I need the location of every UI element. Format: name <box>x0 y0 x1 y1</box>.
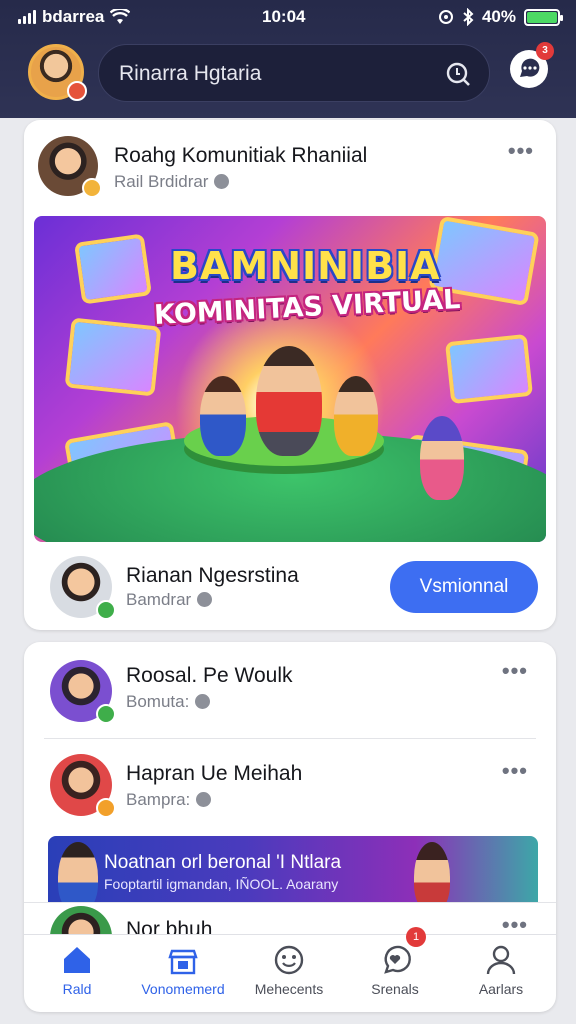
nav-notifications[interactable]: 1 Srenals <box>342 927 448 1007</box>
bottom-navigation: Rald Vonomemerd Mehecents 1 Srenals Aarl… <box>24 927 556 1007</box>
photo-frame <box>444 333 534 405</box>
person-icon <box>486 945 516 975</box>
verified-badge-icon <box>96 600 116 620</box>
promo-character <box>58 842 98 902</box>
nav-home-label: Rald <box>62 981 92 997</box>
heart-chat-icon <box>384 945 411 974</box>
home-icon <box>64 947 90 973</box>
clock: 10:04 <box>262 7 306 26</box>
list-item-subtitle-text: Bampra: <box>126 790 191 809</box>
more-options-icon[interactable]: ••• <box>502 658 528 684</box>
store-icon <box>168 949 198 975</box>
more-options-icon[interactable]: ••• <box>502 758 528 784</box>
globe-icon <box>197 592 213 607</box>
search-bar[interactable]: Rinarra Hgtaria <box>98 44 490 102</box>
list-item-subtitle: Bampra: <box>126 790 212 810</box>
search-icon[interactable] <box>445 61 471 87</box>
banner-character <box>256 346 322 456</box>
list-item-subtitle-text: Bomuta: <box>126 692 190 711</box>
promo-character <box>414 842 450 902</box>
globe-icon <box>196 792 212 807</box>
messages-button[interactable]: 3 <box>510 42 554 88</box>
member-subtitle: Bamdrar <box>126 590 213 610</box>
list-item-avatar[interactable] <box>50 754 116 818</box>
join-button[interactable]: Vsmionnal <box>390 561 538 613</box>
banner-title: BAMNINIBIA <box>170 244 441 288</box>
bluetooth-icon <box>463 8 474 26</box>
photo-frame <box>64 317 162 397</box>
member-subtitle-text: Bamdrar <box>126 590 192 609</box>
member-avatar[interactable] <box>50 556 116 620</box>
member-name[interactable]: Rianan Ngesrstina <box>126 564 299 588</box>
profile-avatar[interactable] <box>28 44 87 101</box>
nav-notifications-label: Srenals <box>371 981 419 997</box>
list-item-subtitle: Bomuta: <box>126 692 211 712</box>
battery-percent: 40% <box>481 7 516 26</box>
banner-character <box>200 376 246 456</box>
list-item-title[interactable]: Hapran Ue Meihah <box>126 762 302 786</box>
post-author-avatar[interactable] <box>38 136 102 198</box>
battery-icon <box>524 8 563 26</box>
globe-icon <box>195 694 211 709</box>
nav-profile-label: Aarlars <box>478 981 524 997</box>
featured-post-card: Roahg Komunitiak Rhaniial Rail Brdidrar … <box>24 120 556 630</box>
post-subtitle-text: Rail Brdidrar <box>114 172 209 191</box>
divider <box>24 902 556 903</box>
globe-icon <box>214 174 230 189</box>
carrier-name: bdarrea <box>42 7 105 26</box>
status-bar: bdarrea 10:04 40% <box>0 0 576 34</box>
wifi-icon <box>110 9 131 24</box>
verified-badge-icon <box>96 798 116 818</box>
promo-subtitle: Fooptartil igmandan, IÑOOL. Aoarany <box>104 876 339 892</box>
post-subtitle: Rail Brdidrar <box>114 172 230 192</box>
banner-character <box>420 416 464 500</box>
messages-badge: 3 <box>536 42 554 60</box>
promo-banner[interactable]: Noatnan orl beronal 'I Ntlara Fooptartil… <box>48 836 538 902</box>
divider <box>44 738 536 739</box>
notifications-badge: 1 <box>406 927 426 947</box>
community-banner-image[interactable]: BAMNINIBIA KOMINITAS VIRTUAL <box>34 216 546 542</box>
nav-profile[interactable]: Aarlars <box>448 935 554 1007</box>
profile-notification-dot <box>67 81 87 101</box>
verified-badge-icon <box>96 704 116 724</box>
list-item-title[interactable]: Roosal. Pe Woulk <box>126 664 293 688</box>
banner-subtitle: KOMINITAS VIRTUAL <box>153 284 462 331</box>
signal-icon <box>18 10 36 24</box>
nav-community[interactable]: Vonomemerd <box>130 935 236 1007</box>
smiley-icon <box>274 945 304 975</box>
verified-badge-icon <box>82 178 102 198</box>
nav-home[interactable]: Rald <box>24 935 130 1007</box>
search-text: Rinarra Hgtaria <box>119 62 262 85</box>
nav-activity-label: Mehecents <box>254 981 324 997</box>
list-item-avatar[interactable] <box>50 660 116 724</box>
banner-character <box>334 376 378 456</box>
photo-frame <box>74 233 152 305</box>
rotation-lock-icon <box>438 10 453 24</box>
nav-community-label: Vonomemerd <box>141 981 225 997</box>
more-options-icon[interactable]: ••• <box>508 138 534 164</box>
post-title[interactable]: Roahg Komunitiak Rhaniial <box>114 144 367 168</box>
promo-title: Noatnan orl beronal 'I Ntlara <box>104 852 342 873</box>
app-header: bdarrea 10:04 40% Rinarra Hgtaria 3 <box>0 0 576 118</box>
nav-activity[interactable]: Mehecents <box>236 935 342 1007</box>
